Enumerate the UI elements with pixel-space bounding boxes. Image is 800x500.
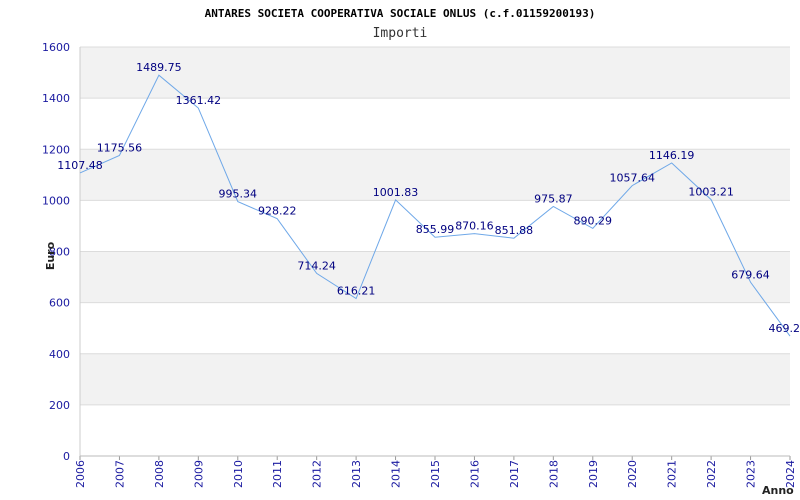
y-tick-label: 1400 xyxy=(42,92,70,105)
x-tick-label: 2015 xyxy=(429,460,442,488)
data-label: 890.29 xyxy=(574,214,613,227)
grid-band xyxy=(80,404,790,456)
x-tick-label: 2011 xyxy=(271,460,284,488)
x-tick-label: 2017 xyxy=(508,460,521,488)
data-label: 1003.21 xyxy=(688,186,734,199)
data-label: 855.99 xyxy=(416,223,455,236)
x-tick-label: 2022 xyxy=(705,460,718,488)
chart-subtitle: Importi xyxy=(373,26,428,41)
x-tick-label: 2023 xyxy=(745,460,758,488)
grid-band xyxy=(80,302,790,354)
x-tick-label: 2021 xyxy=(666,460,679,488)
x-tick-label: 2020 xyxy=(626,460,639,488)
x-tick-label: 2012 xyxy=(311,460,324,488)
data-label: 1489.75 xyxy=(136,61,182,74)
y-tick-label: 0 xyxy=(63,450,70,463)
grid-band xyxy=(80,353,790,405)
data-label: 1001.83 xyxy=(373,186,419,199)
y-tick-label: 1600 xyxy=(42,41,70,54)
line-chart: ANTARES SOCIETA COOPERATIVA SOCIALE ONLU… xyxy=(42,7,800,497)
x-axis-ticks: 2006 2007 2008 2009 2010 2011 2012 2013 2014 2015… xyxy=(74,456,797,488)
x-tick-label: 2007 xyxy=(113,460,126,488)
y-tick-label: 400 xyxy=(49,348,70,361)
x-tick-label: 2014 xyxy=(390,460,403,488)
data-label: 851.88 xyxy=(495,224,534,237)
y-tick-label: 1200 xyxy=(42,143,70,156)
data-label: 1146.19 xyxy=(649,149,695,162)
data-label: 1107.48 xyxy=(57,159,103,172)
data-label: 616.21 xyxy=(337,284,376,297)
data-label: 975.87 xyxy=(534,193,573,206)
data-label: 928.22 xyxy=(258,205,297,218)
data-label: 1361.42 xyxy=(176,94,222,107)
data-label: 469.2 xyxy=(769,322,800,335)
data-label: 1175.56 xyxy=(97,141,143,154)
data-label: 679.64 xyxy=(731,268,770,281)
x-tick-label: 2016 xyxy=(468,460,481,488)
grid-bands xyxy=(79,46,790,457)
y-tick-label: 600 xyxy=(49,297,70,310)
x-axis-label: Anno xyxy=(762,484,794,497)
y-tick-label: 200 xyxy=(49,399,70,412)
x-tick-label: 2008 xyxy=(153,460,166,488)
y-tick-label: 1000 xyxy=(42,194,70,207)
data-label: 870.16 xyxy=(455,220,494,233)
x-tick-label: 2018 xyxy=(547,460,560,488)
grid-band xyxy=(80,251,790,303)
x-tick-label: 2006 xyxy=(74,460,87,488)
x-tick-label: 2013 xyxy=(350,460,363,488)
x-tick-label: 2010 xyxy=(232,460,245,488)
grid-band xyxy=(80,47,790,99)
y-axis-label: Euro xyxy=(44,241,57,270)
x-tick-label: 2019 xyxy=(587,460,600,488)
chart-title: ANTARES SOCIETA COOPERATIVA SOCIALE ONLU… xyxy=(205,7,596,20)
x-tick-label: 2009 xyxy=(192,460,205,488)
data-label: 714.24 xyxy=(297,259,336,272)
data-label: 995.34 xyxy=(219,188,258,201)
data-label: 1057.64 xyxy=(609,172,655,185)
